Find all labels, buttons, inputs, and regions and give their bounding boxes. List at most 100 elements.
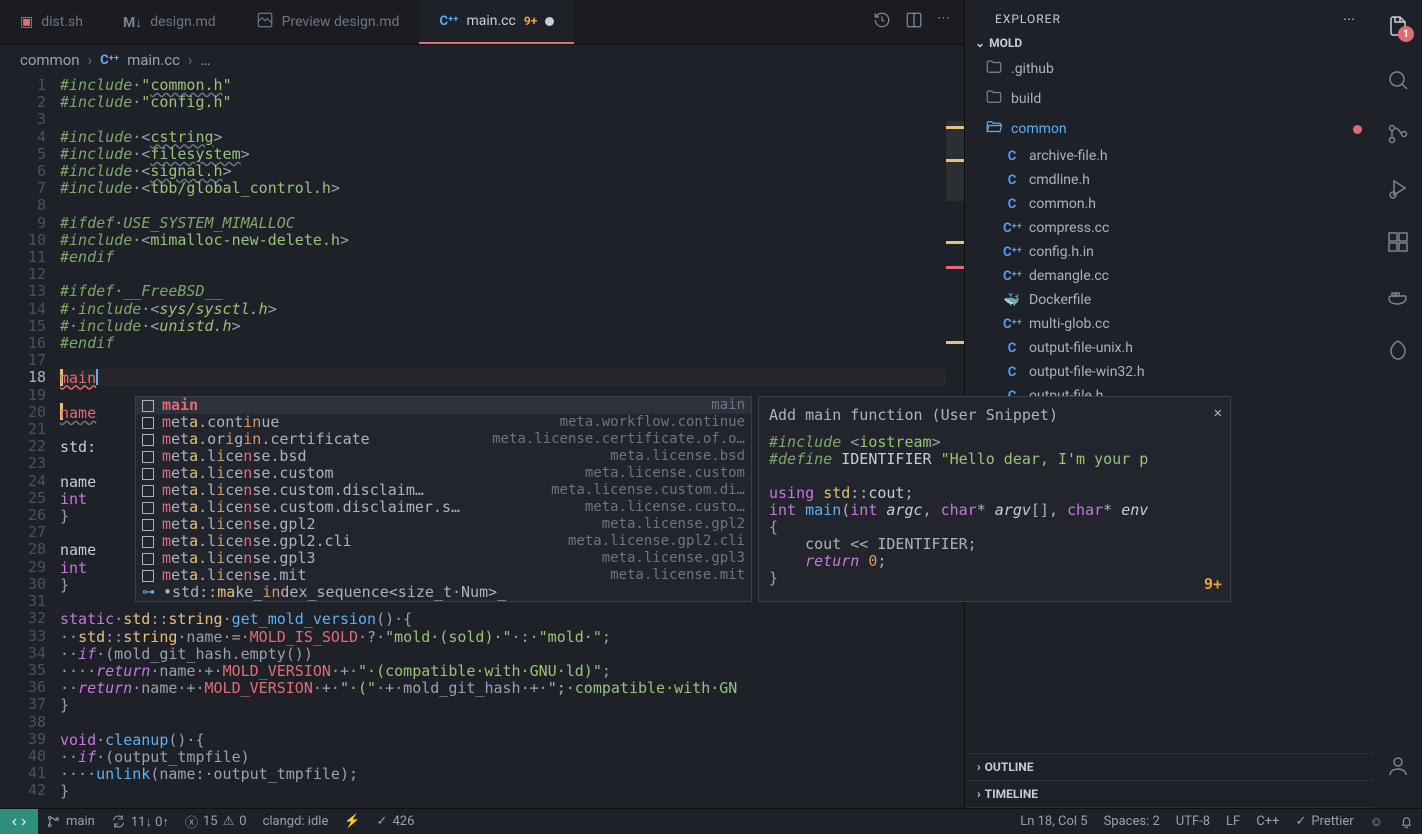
cpp-icon: C⁺⁺ xyxy=(1003,221,1021,236)
side-section[interactable]: › OUTLINE xyxy=(965,753,1374,780)
search-icon[interactable] xyxy=(1384,66,1412,94)
tab-design-md[interactable]: M↓ design.md xyxy=(103,0,236,44)
tab-main-cc[interactable]: C⁺⁺ main.cc 9+ xyxy=(419,0,574,44)
chevron-right-icon: › xyxy=(188,51,193,69)
folder-open-icon xyxy=(985,118,1003,140)
cpp-icon: C⁺⁺ xyxy=(1003,269,1021,284)
suggest-item[interactable]: meta.license.custom.disclaimer.s… meta.l… xyxy=(136,499,751,516)
shell-icon: ▣ xyxy=(20,14,33,30)
activity-bar: 1 xyxy=(1374,0,1422,834)
account-icon[interactable] xyxy=(1384,752,1412,780)
more-icon[interactable]: ⋯ xyxy=(937,11,950,33)
indent[interactable]: Spaces: 2 xyxy=(1096,814,1168,829)
explorer-title: EXPLORER xyxy=(995,12,1061,26)
tab-dist-sh[interactable]: ▣ dist.sh xyxy=(0,0,103,44)
language[interactable]: C++ xyxy=(1248,814,1287,829)
docker-icon[interactable] xyxy=(1384,282,1412,310)
bell-icon[interactable] xyxy=(1391,814,1422,829)
tree-item[interactable]: 🐳 Dockerfile xyxy=(965,288,1374,312)
tree-item[interactable]: C cmdline.h xyxy=(965,168,1374,192)
suggest-item[interactable]: main main xyxy=(136,397,751,414)
tab-label: Preview design.md xyxy=(282,14,400,30)
modified-dot-icon xyxy=(1353,125,1362,134)
c-header-icon: C xyxy=(1003,365,1021,380)
history-icon[interactable] xyxy=(873,11,891,33)
autocomplete-widget[interactable]: main main meta.continue meta.workflow.co… xyxy=(135,396,752,602)
suggest-item[interactable]: meta.license.bsd meta.license.bsd xyxy=(136,448,751,465)
error-icon: ⓧ xyxy=(185,812,198,831)
docker-icon: 🐳 xyxy=(1003,293,1021,308)
suggest-item[interactable]: meta.license.gpl2 meta.license.gpl2 xyxy=(136,516,751,533)
breadcrumb[interactable]: common › C⁺⁺ main.cc › … xyxy=(0,45,964,75)
feedback-icon[interactable]: ☺ xyxy=(1362,814,1391,830)
suggest-item[interactable]: meta.origin.certificate meta.license.cer… xyxy=(136,431,751,448)
tab-label: design.md xyxy=(150,14,215,30)
tab-label: dist.sh xyxy=(41,14,83,30)
split-editor-icon[interactable] xyxy=(905,11,923,33)
tree-item[interactable]: C⁺⁺ multi-glob.cc xyxy=(965,312,1374,336)
source-control-icon[interactable] xyxy=(1384,120,1412,148)
suggest-item[interactable]: meta.license.mit meta.license.mit xyxy=(136,567,751,584)
modified-dot-icon xyxy=(545,17,554,26)
encoding[interactable]: UTF-8 xyxy=(1168,814,1218,829)
line-gutter: 1234567891011121314151617181920212223242… xyxy=(0,75,60,834)
extensions-icon[interactable] xyxy=(1384,228,1412,256)
git-branch[interactable]: main xyxy=(38,814,103,829)
breadcrumb-folder[interactable]: common xyxy=(20,51,80,69)
markdown-icon: M↓ xyxy=(123,14,142,31)
folder-icon xyxy=(985,88,1003,110)
tree-item-label: .github xyxy=(1011,61,1054,77)
editor-tabs: ▣ dist.sh M↓ design.md Preview design.md… xyxy=(0,0,964,45)
tree-item[interactable]: .github xyxy=(965,54,1374,84)
suggest-item[interactable]: meta.license.custom meta.license.custom xyxy=(136,465,751,482)
activity-badge: 1 xyxy=(1398,26,1414,42)
more-icon[interactable]: ⋯ xyxy=(1343,12,1356,26)
eol[interactable]: LF xyxy=(1218,814,1248,829)
tree-item-label: config.h.in xyxy=(1029,244,1094,260)
git-graph-icon[interactable] xyxy=(1384,336,1412,364)
tree-item[interactable]: C output-file-unix.h xyxy=(965,336,1374,360)
problems[interactable]: ⓧ15 ⚠0 xyxy=(177,812,255,831)
tree-item-label: output-file-win32.h xyxy=(1029,364,1145,380)
tree-item-label: multi-glob.cc xyxy=(1029,316,1110,332)
tree-item-label: archive-file.h xyxy=(1029,148,1108,164)
tree-item[interactable]: C common.h xyxy=(965,192,1374,216)
tree-item[interactable]: C archive-file.h xyxy=(965,144,1374,168)
warning-icon: ⚠ xyxy=(223,814,235,829)
debug-icon[interactable] xyxy=(1384,174,1412,202)
explorer-icon[interactable]: 1 xyxy=(1384,12,1412,40)
tree-item[interactable]: build xyxy=(965,84,1374,114)
breadcrumb-file[interactable]: main.cc xyxy=(127,51,180,69)
metrics[interactable]: ✓426 xyxy=(369,814,423,829)
explorer-root[interactable]: ⌄ MOLD xyxy=(965,32,1374,54)
chevron-right-icon: › xyxy=(88,51,93,69)
cpp-icon: C⁺⁺ xyxy=(439,14,458,29)
close-icon[interactable]: ✕ xyxy=(1214,405,1222,422)
cursor-position[interactable]: Ln 18, Col 5 xyxy=(1012,814,1095,829)
remote-icon[interactable] xyxy=(0,809,38,834)
tree-item[interactable]: C⁺⁺ demangle.cc xyxy=(965,264,1374,288)
suggest-item[interactable]: meta.license.custom.disclaim… meta.licen… xyxy=(136,482,751,499)
side-section[interactable]: › TIMELINE xyxy=(965,780,1374,807)
suggest-item[interactable]: meta.license.gpl3 meta.license.gpl3 xyxy=(136,550,751,567)
suggest-item[interactable]: ⊶ •std::make_index_sequence<size_t·Num>_ xyxy=(136,584,751,601)
tree-item[interactable]: C output-file-win32.h xyxy=(965,360,1374,384)
tree-item-label: Dockerfile xyxy=(1029,292,1091,308)
tree-item[interactable]: C⁺⁺ compress.cc xyxy=(965,216,1374,240)
suggest-item[interactable]: meta.continue meta.workflow.continue xyxy=(136,414,751,431)
prettier[interactable]: ✓ Prettier xyxy=(1287,814,1361,829)
tree-item-label: demangle.cc xyxy=(1029,268,1109,284)
cpp-icon: C⁺⁺ xyxy=(1003,245,1021,260)
clangd-status[interactable]: clangd: idle xyxy=(255,814,337,829)
tab-preview-design[interactable]: Preview design.md xyxy=(236,0,420,44)
cpp-icon: C⁺⁺ xyxy=(100,53,119,68)
bolt-icon[interactable]: ⚡ xyxy=(336,814,368,829)
tree-item[interactable]: C⁺⁺ config.h.in xyxy=(965,240,1374,264)
suggest-item[interactable]: meta.license.gpl2.cli meta.license.gpl2.… xyxy=(136,533,751,550)
tree-item-label: common.h xyxy=(1029,196,1096,212)
git-sync[interactable]: 11↓ 0↑ xyxy=(103,814,177,830)
snippet-doc-widget: ✕ Add main function (User Snippet) #incl… xyxy=(758,396,1231,602)
preview-icon xyxy=(256,11,274,33)
tree-item[interactable]: common xyxy=(965,114,1374,144)
breadcrumb-ellipsis[interactable]: … xyxy=(201,51,211,69)
